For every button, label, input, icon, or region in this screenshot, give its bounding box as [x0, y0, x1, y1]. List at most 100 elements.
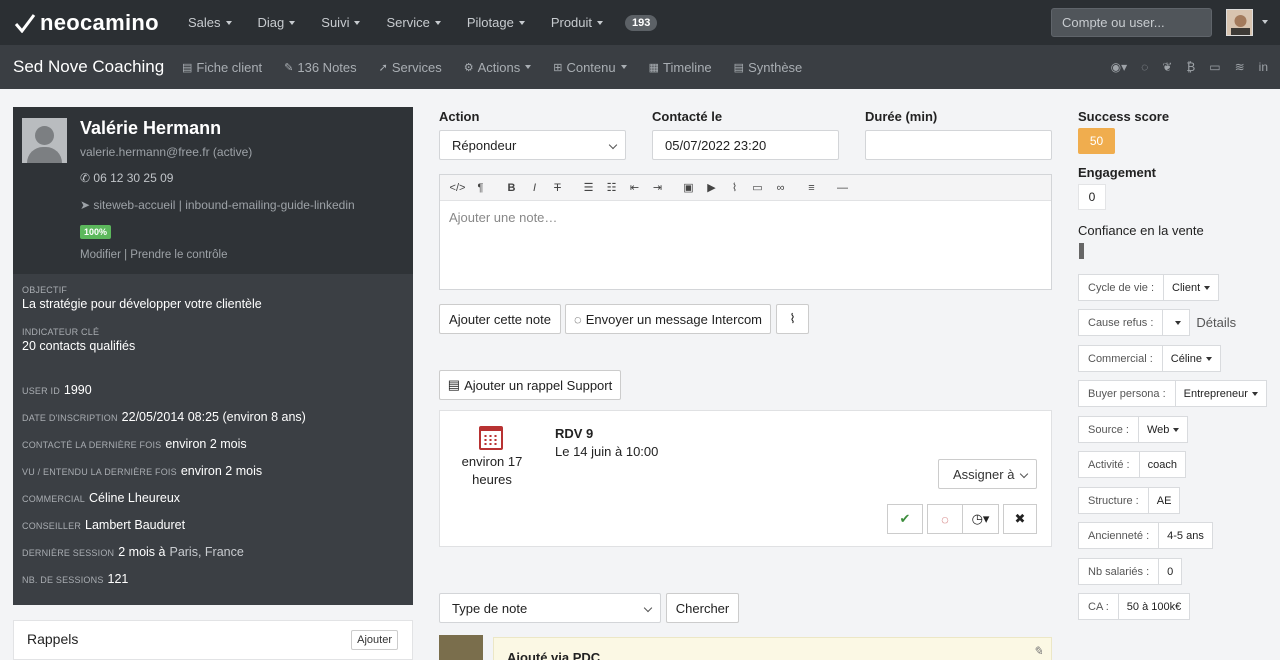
snooze-button[interactable]: ◷▾ — [962, 504, 999, 534]
refusal-dropdown[interactable] — [1163, 309, 1191, 336]
logo[interactable]: neocamino — [14, 10, 174, 36]
contact-email[interactable]: valerie.hermann@free.fr (active) — [80, 145, 252, 159]
menu-service[interactable]: Service — [386, 15, 441, 30]
tab-contenu[interactable]: ⊞ Contenu — [553, 60, 627, 75]
outdent-icon[interactable]: ⇤ — [623, 181, 646, 194]
edit-icon[interactable]: ✎ — [1033, 644, 1043, 658]
note-type-select[interactable]: Type de note — [439, 593, 661, 623]
search-button[interactable]: Chercher — [666, 593, 739, 623]
attribute-seniority: Ancienneté :4-5 ans — [1078, 522, 1213, 549]
horizontal-rule-icon[interactable]: — — [831, 182, 854, 194]
note-textarea[interactable]: Ajouter une note… — [440, 201, 1051, 234]
info-label: Nb. de sessions — [22, 575, 104, 585]
bold-icon[interactable]: B — [500, 182, 523, 194]
attribute-key: Nb salariés : — [1078, 558, 1160, 585]
menu-pilotage[interactable]: Pilotage — [467, 15, 525, 30]
ordered-list-icon[interactable]: ☷ — [600, 181, 623, 194]
client-name[interactable]: Sed Nove Coaching — [13, 57, 182, 77]
profile-panel: Valérie Hermann valerie.hermann@free.fr … — [13, 107, 413, 605]
account-search-input[interactable] — [1051, 8, 1212, 37]
objective-label: Objectif — [22, 285, 68, 295]
tab-services[interactable]: ➚ Services — [379, 60, 442, 75]
user-avatar[interactable] — [1226, 9, 1253, 36]
leaf-icon[interactable]: ❦ — [1162, 60, 1172, 74]
strikethrough-icon[interactable]: T — [546, 182, 569, 194]
mark-done-button[interactable]: ✔ — [887, 504, 923, 534]
comment-button[interactable]: ◌ — [927, 504, 963, 534]
table-icon[interactable]: ▭ — [746, 181, 769, 194]
action-label: Action — [439, 109, 480, 124]
unordered-list-icon[interactable]: ☰ — [577, 181, 600, 194]
kpi-label: Indicateur clé — [22, 327, 100, 337]
success-score-badge: 50 — [1078, 128, 1115, 154]
tab-notes[interactable]: ✎ 136 Notes — [284, 60, 356, 75]
image-icon[interactable]: ▣ — [677, 181, 700, 194]
info-value: 121 — [107, 572, 129, 586]
confidence-indicator — [1079, 243, 1084, 259]
video-icon[interactable]: ▶ — [700, 181, 723, 194]
tab-actions[interactable]: ⚙ Actions — [464, 60, 532, 75]
eye-icon[interactable]: ◉▾ — [1111, 60, 1128, 74]
note-author-avatar — [439, 635, 483, 660]
info-value: environ 2 mois — [180, 464, 263, 478]
attachment-icon[interactable]: ⌇ — [723, 181, 746, 194]
intercom-label: Envoyer un message Intercom — [585, 311, 763, 327]
attribute-key: Cycle de vie : — [1078, 274, 1165, 301]
comments-icon[interactable]: ◌ — [1141, 60, 1148, 74]
attach-button[interactable]: ⌇ — [776, 304, 809, 334]
menu-suivi[interactable]: Suivi — [321, 15, 361, 30]
buyer-persona-dropdown[interactable]: Entrepreneur — [1175, 380, 1267, 407]
menu-produit[interactable]: Produit — [551, 15, 604, 30]
desktop-icon[interactable]: ▭ — [1209, 60, 1220, 74]
user-menu-caret-icon[interactable] — [1262, 20, 1268, 24]
linkedin-icon[interactable]: in — [1259, 60, 1268, 74]
caret-down-icon — [525, 65, 532, 69]
reminders-title: Rappels — [27, 631, 79, 647]
add-support-reminder-button[interactable]: ▤ Ajouter un rappel Support — [439, 370, 621, 400]
caret-down-icon — [1173, 427, 1180, 432]
link-icon[interactable]: ∞ — [769, 182, 792, 194]
commercial-dropdown[interactable]: Céline — [1162, 345, 1221, 372]
menu-sales[interactable]: Sales — [188, 15, 232, 30]
tab-synthese[interactable]: ▤ Synthèse — [734, 60, 803, 75]
delete-button[interactable]: ✖ — [1003, 504, 1037, 534]
notification-badge[interactable]: 193 — [625, 14, 658, 31]
action-select[interactable]: Répondeur — [439, 130, 626, 160]
info-row: Vu / entendu la dernière fois environ 2 m… — [22, 464, 404, 491]
source-dropdown[interactable]: Web — [1138, 416, 1189, 443]
indent-icon[interactable]: ⇥ — [646, 181, 669, 194]
phone-icon: ✆ — [80, 171, 94, 185]
duration-input[interactable] — [865, 130, 1052, 160]
checkmark-logo-icon — [14, 13, 36, 33]
check-icon: ✔ — [899, 511, 911, 526]
rss-icon[interactable]: ≋ — [1235, 60, 1245, 74]
attribute-value: AE — [1148, 487, 1181, 514]
details-link[interactable]: Détails — [1196, 315, 1236, 330]
info-label: Conseiller — [22, 521, 82, 531]
menu-diag[interactable]: Diag — [258, 15, 296, 30]
attribute-value: Client — [1172, 281, 1201, 294]
edit-icon: ✎ — [284, 61, 294, 74]
italic-icon[interactable]: I — [523, 182, 546, 194]
code-view-icon[interactable]: </> — [446, 182, 469, 194]
take-control-link[interactable]: Prendre le contrôle — [130, 249, 227, 261]
intercom-button[interactable]: ◌ Envoyer un message Intercom — [565, 304, 771, 334]
paragraph-icon[interactable]: ¶ — [469, 182, 492, 194]
edit-link[interactable]: Modifier — [80, 249, 121, 261]
align-icon[interactable]: ≡ — [800, 182, 823, 194]
bitcoin-icon[interactable]: ₿ — [1186, 60, 1195, 74]
attribute-activity: Activité : coach — [1078, 451, 1186, 478]
attribute-lifecycle: Cycle de vie : Client — [1078, 274, 1220, 301]
add-note-button[interactable]: Ajouter cette note — [439, 304, 561, 334]
appointment-title: RDV 9 — [555, 426, 594, 441]
success-score-label: Success score — [1078, 109, 1170, 124]
contacted-date-input[interactable]: 05/07/2022 23:20 — [652, 130, 839, 160]
caret-down-icon — [289, 20, 296, 25]
tab-timeline[interactable]: ▦ Timeline — [649, 60, 712, 75]
attribute-buyer-persona: Buyer persona : Entrepreneur — [1078, 380, 1267, 407]
add-reminder-button[interactable]: Ajouter — [351, 630, 398, 650]
tab-fiche-client[interactable]: ▤ Fiche client — [182, 60, 262, 75]
assign-select[interactable]: Assigner à — [938, 459, 1037, 489]
lifecycle-dropdown[interactable]: Client — [1164, 274, 1220, 301]
contact-phone[interactable]: ✆ 06 12 30 25 09 — [80, 171, 173, 185]
